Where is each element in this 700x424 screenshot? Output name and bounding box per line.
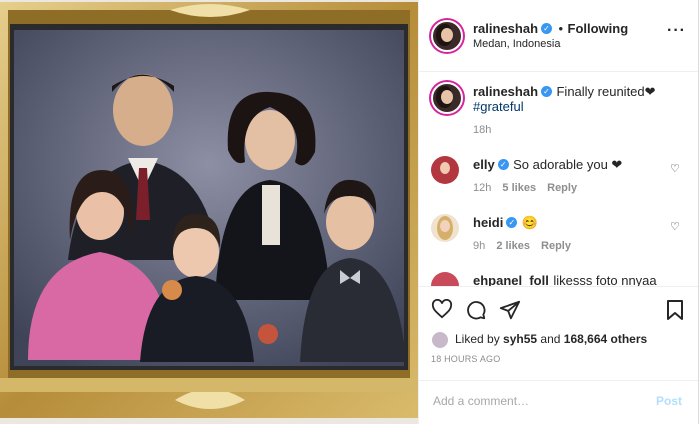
caption-avatar[interactable] xyxy=(431,82,463,114)
comments-list[interactable]: ralineshah ✓ Finally reunited❤ #grateful … xyxy=(419,72,698,286)
profile-avatar[interactable] xyxy=(431,20,463,52)
post-side-panel: ralineshah ✓ • Following Medan, Indonesia… xyxy=(418,0,699,424)
comment-item: elly ✓ So adorable you ❤ xyxy=(473,156,622,174)
verified-badge-icon: ✓ xyxy=(541,23,553,35)
comment-username[interactable]: ehpanel_foll xyxy=(473,273,549,286)
verified-badge-icon: ✓ xyxy=(497,159,509,171)
caption-time[interactable]: 18h xyxy=(473,124,491,136)
comment-avatar[interactable] xyxy=(431,214,459,242)
header-separator: • xyxy=(558,21,564,36)
comment-text: 😊 xyxy=(521,215,538,230)
add-comment-bar: Post xyxy=(419,380,698,424)
likes-count-link[interactable]: 168,664 others xyxy=(564,332,647,346)
comment-text: likesss foto nnyaa xyxy=(553,273,657,286)
comment-avatar[interactable] xyxy=(431,272,459,286)
post-header: ralineshah ✓ • Following Medan, Indonesia… xyxy=(419,0,698,72)
verified-badge-icon: ✓ xyxy=(506,217,518,229)
liked-by-summary: Liked by syh55 and 168,664 others xyxy=(455,332,647,346)
comment-username[interactable]: elly xyxy=(473,157,495,172)
caption: ralineshah ✓ Finally reunited❤ #grateful xyxy=(473,84,673,114)
post-comment-button[interactable]: Post xyxy=(656,394,682,408)
reply-button[interactable]: Reply xyxy=(541,240,571,252)
comment-time[interactable]: 12h xyxy=(473,182,491,194)
comment-likes[interactable]: 5 likes xyxy=(502,182,536,194)
comment-username[interactable]: heidi xyxy=(473,215,503,230)
liked-by-prefix: Liked by xyxy=(455,332,500,346)
comment-like-icon[interactable]: ♡ xyxy=(670,220,680,233)
comment-meta: 12h 5 likes Reply xyxy=(473,182,577,194)
location-link[interactable]: Medan, Indonesia xyxy=(473,38,560,50)
post-timestamp[interactable]: 18 HOURS AGO xyxy=(431,354,500,364)
reply-button[interactable]: Reply xyxy=(547,182,577,194)
comment-item: ehpanel_foll likesss foto nnyaa xyxy=(473,272,657,286)
comment-item: heidi ✓ 😊 xyxy=(473,214,538,232)
family-portrait-image xyxy=(0,0,418,424)
caption-text: Finally reunited❤ xyxy=(556,84,656,99)
post-actions: Liked by syh55 and 168,664 others 18 HOU… xyxy=(419,286,698,424)
following-button[interactable]: Following xyxy=(568,21,629,36)
liked-by-and: and xyxy=(540,332,561,346)
comment-icon[interactable] xyxy=(465,299,487,321)
liked-by-user-link[interactable]: syh55 xyxy=(503,332,537,346)
more-horizontal-icon[interactable]: ··· xyxy=(667,22,686,40)
comment-likes[interactable]: 2 likes xyxy=(496,240,530,252)
post-photo[interactable] xyxy=(0,0,418,424)
verified-badge-icon: ✓ xyxy=(541,86,553,98)
hashtag-link[interactable]: #grateful xyxy=(473,99,524,114)
liker-avatar[interactable] xyxy=(431,331,449,349)
comment-avatar[interactable] xyxy=(431,156,459,184)
caption-username[interactable]: ralineshah xyxy=(473,84,538,99)
comment-text: So adorable you ❤ xyxy=(513,157,623,172)
add-comment-input[interactable] xyxy=(431,393,635,409)
comment-like-icon[interactable]: ♡ xyxy=(670,162,680,175)
share-icon[interactable] xyxy=(499,299,521,321)
comment-time[interactable]: 9h xyxy=(473,240,485,252)
save-bookmark-icon[interactable] xyxy=(666,299,684,321)
like-heart-icon[interactable] xyxy=(431,299,453,319)
comment-meta: 9h 2 likes Reply xyxy=(473,240,571,252)
header-username[interactable]: ralineshah xyxy=(473,21,538,36)
